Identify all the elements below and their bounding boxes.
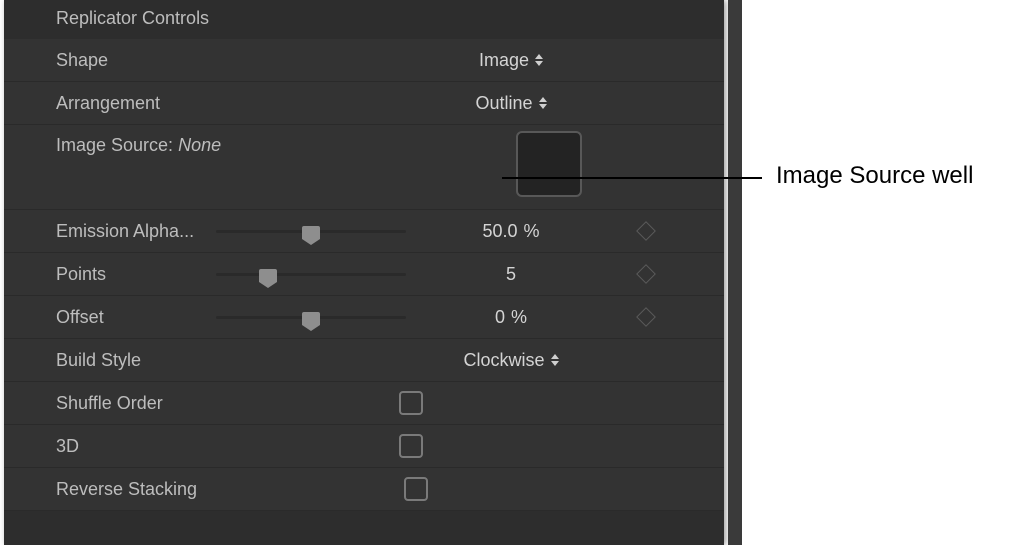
chevron-updown-icon (535, 54, 543, 66)
callout-line (502, 177, 762, 179)
row-arrangement: Arrangement Outline (4, 82, 724, 125)
row-offset: Offset 0 % (4, 296, 724, 339)
callout-label: Image Source well (776, 162, 973, 190)
row-points: Points 5 (4, 253, 724, 296)
emission-label: Emission Alpha... (56, 221, 216, 242)
shape-dropdown[interactable]: Image (416, 39, 606, 81)
three-d-label: 3D (56, 436, 216, 457)
arrangement-value: Outline (475, 93, 532, 114)
row-shuffle-order: Shuffle Order (4, 382, 724, 425)
row-3d: 3D (4, 425, 724, 468)
reverse-label: Reverse Stacking (56, 479, 226, 500)
three-d-checkbox[interactable] (399, 434, 423, 458)
row-reverse-stacking: Reverse Stacking (4, 468, 724, 511)
emission-slider[interactable] (216, 223, 406, 239)
keyframe-icon[interactable] (636, 264, 656, 284)
offset-label: Offset (56, 307, 216, 328)
image-source-value: None (178, 135, 221, 155)
reverse-checkbox[interactable] (404, 477, 428, 501)
points-value-field[interactable]: 5 (416, 253, 606, 295)
scrollbar[interactable] (728, 0, 742, 545)
offset-slider[interactable] (216, 309, 406, 325)
image-source-well[interactable] (516, 131, 582, 197)
build-style-label: Build Style (56, 350, 216, 371)
row-build-style: Build Style Clockwise (4, 339, 724, 382)
image-source-label: Image Source: None (56, 135, 221, 156)
shape-label: Shape (56, 50, 216, 71)
shape-value: Image (479, 50, 529, 71)
row-emission-alpha: Emission Alpha... 50.0 % (4, 210, 724, 253)
shuffle-checkbox[interactable] (399, 391, 423, 415)
row-shape: Shape Image (4, 39, 724, 82)
arrangement-label: Arrangement (56, 93, 216, 114)
build-style-value: Clockwise (463, 350, 544, 371)
chevron-updown-icon (551, 354, 559, 366)
points-label: Points (56, 264, 216, 285)
keyframe-icon[interactable] (636, 221, 656, 241)
points-slider[interactable] (216, 266, 406, 282)
emission-value-field[interactable]: 50.0 % (416, 210, 606, 252)
inspector-panel: Replicator Controls Shape Image Arrangem… (4, 0, 724, 545)
row-image-source: Image Source: None (4, 125, 724, 210)
keyframe-icon[interactable] (636, 307, 656, 327)
shuffle-label: Shuffle Order (56, 393, 216, 414)
section-header: Replicator Controls (4, 0, 724, 39)
offset-value-field[interactable]: 0 % (416, 296, 606, 338)
chevron-updown-icon (539, 97, 547, 109)
arrangement-dropdown[interactable]: Outline (416, 82, 606, 124)
build-style-dropdown[interactable]: Clockwise (416, 339, 606, 381)
